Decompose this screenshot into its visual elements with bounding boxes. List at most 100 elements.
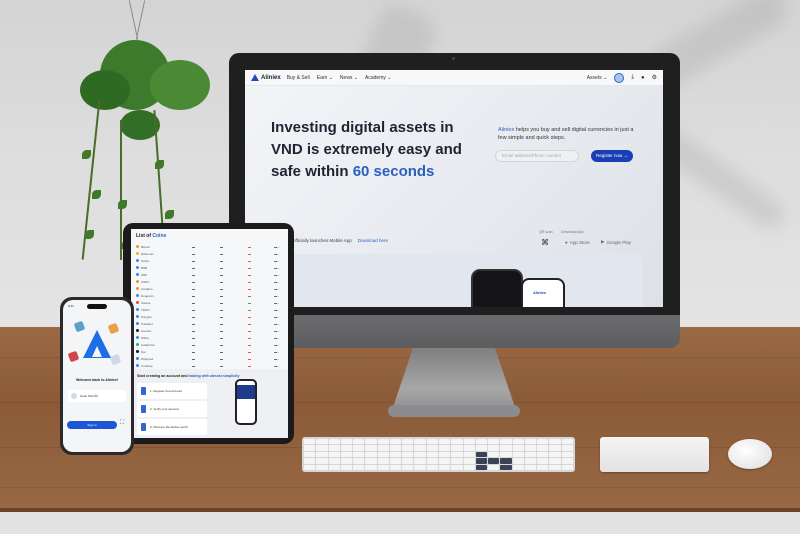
monitor-chin [229, 315, 680, 348]
trade-link[interactable]: ▬ › [255, 308, 283, 312]
coin-price: ▬ [192, 272, 195, 277]
coin-row[interactable]: Cardano ▬ ▬ ▬ ▬ › [136, 285, 283, 292]
brand-link[interactable]: Aliniex [498, 127, 514, 133]
coin-name: Avalanche [141, 342, 155, 347]
trade-link[interactable]: ▬ › [255, 266, 283, 270]
trade-link[interactable]: ▬ › [255, 280, 283, 284]
bell-icon[interactable]: ● [641, 75, 645, 81]
coin-row[interactable]: Polygon ▬ ▬ ▬ ▬ › [136, 313, 283, 320]
key [426, 458, 438, 464]
coin-row[interactable]: Shiba ▬ ▬ ▬ ▬ › [136, 334, 283, 341]
trade-link[interactable]: ▬ › [255, 350, 283, 354]
coin-row[interactable]: Uniswap ▬ ▬ ▬ ▬ › [136, 362, 283, 369]
app-launch-label: officially launches Mobile App [293, 238, 352, 243]
trade-link[interactable]: ▬ › [255, 364, 283, 368]
key [353, 458, 365, 464]
coin-icon [136, 357, 139, 360]
coin-price: ▬ [192, 321, 195, 326]
key [365, 464, 377, 470]
key [537, 464, 549, 470]
key [389, 451, 402, 458]
coin-icon [136, 322, 139, 325]
key [488, 451, 500, 458]
coin-row[interactable]: Dogecoin ▬ ▬ ▬ ▬ › [136, 292, 283, 299]
chevron-down-icon: ⌄ [387, 74, 392, 81]
coin-icon [136, 350, 139, 353]
trade-link[interactable]: ▬ › [255, 315, 283, 319]
key [316, 458, 328, 464]
trackpad [600, 437, 709, 472]
trade-link[interactable]: ▬ › [255, 245, 283, 249]
google-play-button[interactable]: ▶ Google Play [601, 237, 631, 247]
key [488, 458, 500, 464]
floating-coin-icon [109, 353, 122, 366]
key [561, 451, 573, 458]
coin-name: Polkadot [141, 321, 153, 326]
key [353, 464, 365, 470]
trade-link[interactable]: ▬ › [255, 343, 283, 347]
coin-change: ▬ [248, 258, 251, 263]
app-store-button[interactable]: ● App Store [565, 237, 590, 247]
trade-link[interactable]: ▬ › [255, 336, 283, 340]
download-here-link[interactable]: Download here [358, 238, 388, 243]
coin-change: ▬ [248, 286, 251, 291]
trade-link[interactable]: ▬ › [255, 357, 283, 361]
coin-row[interactable]: XRP ▬ ▬ ▬ ▬ › [136, 271, 283, 278]
nav-item-news[interactable]: News ⌄ [340, 75, 358, 81]
mouse [728, 439, 772, 469]
avatar-icon[interactable] [614, 72, 625, 83]
coin-volume: ▬ [220, 300, 223, 305]
brand-name[interactable]: Aliniex [261, 75, 281, 81]
register-button[interactable]: Register now → [591, 150, 633, 162]
trade-link[interactable]: ▬ › [255, 273, 283, 277]
key [561, 464, 573, 470]
coin-row[interactable]: Litecoin ▬ ▬ ▬ ▬ › [136, 327, 283, 334]
nav-item-earn[interactable]: Earn ⌄ [317, 75, 333, 81]
coin-row[interactable]: TRON ▬ ▬ ▬ ▬ › [136, 306, 283, 313]
download-icon[interactable]: ⤓ [631, 74, 634, 81]
coin-row[interactable]: Ethereum ▬ ▬ ▬ ▬ › [136, 250, 283, 257]
coin-row[interactable]: Bitcoin ▬ ▬ ▬ ▬ › [136, 243, 283, 250]
preview-phone-front: Aliniex [521, 278, 565, 307]
coin-row[interactable]: USDC ▬ ▬ ▬ ▬ › [136, 278, 283, 285]
trade-link[interactable]: ▬ › [255, 252, 283, 256]
key [475, 464, 488, 470]
globe-icon[interactable]: ⚙ [652, 74, 657, 81]
coin-row[interactable]: Tether ▬ ▬ ▬ ▬ › [136, 257, 283, 264]
hero-title-accent: 60 seconds [352, 163, 435, 180]
nav-item-buy-sell[interactable]: Buy & Sell [287, 75, 310, 81]
trade-link[interactable]: ▬ › [255, 259, 283, 263]
sign-in-button[interactable]: Sign in [67, 421, 117, 429]
coin-row[interactable]: Avalanche ▬ ▬ ▬ ▬ › [136, 341, 283, 348]
key [426, 464, 438, 470]
trade-link[interactable]: ▬ › [255, 322, 283, 326]
trade-link[interactable]: ▬ › [255, 301, 283, 305]
key [377, 464, 389, 470]
coin-row[interactable]: Dai ▬ ▬ ▬ ▬ › [136, 348, 283, 355]
coin-row[interactable]: Polkadot ▬ ▬ ▬ ▬ › [136, 320, 283, 327]
account-row[interactable]: Hoan NGUỖI [68, 390, 126, 402]
coin-name: Dogecoin [141, 293, 154, 298]
trade-link[interactable]: ▬ › [255, 294, 283, 298]
app-launch-text: officially launches Mobile App Download h… [293, 238, 388, 243]
coin-icon [136, 308, 139, 311]
nav-item-academy[interactable]: Academy ⌄ [365, 75, 391, 81]
coin-name: TRON [141, 307, 150, 312]
key [365, 445, 377, 451]
key [524, 439, 537, 445]
key [402, 439, 414, 445]
app-store-label: App Store [569, 239, 590, 245]
coin-row[interactable]: BNB ▬ ▬ ▬ ▬ › [136, 264, 283, 271]
key [377, 439, 389, 445]
trade-link[interactable]: ▬ › [255, 329, 283, 333]
coin-price: ▬ [192, 265, 195, 270]
key [389, 445, 402, 451]
coin-row[interactable]: Solana ▬ ▬ ▬ ▬ › [136, 299, 283, 306]
assets-dropdown[interactable]: Assets ⌄ [587, 75, 608, 81]
coin-row[interactable]: Wrapped ▬ ▬ ▬ ▬ › [136, 355, 283, 362]
qr-code-icon[interactable]: ⌘ [541, 238, 549, 247]
face-id-icon[interactable]: ⛶ [120, 420, 124, 427]
email-input[interactable]: Email address/Phone number [495, 150, 579, 162]
trade-link[interactable]: ▬ › [255, 287, 283, 291]
hero-title-line: VND is extremely easy and [271, 141, 462, 158]
